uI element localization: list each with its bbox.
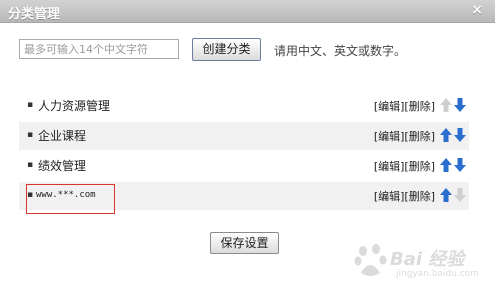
category-row: ▪ 人力资源管理 [编辑][删除]: [19, 92, 469, 120]
edit-link[interactable]: [编辑]: [374, 190, 405, 203]
move-down-arrow-icon[interactable]: [453, 125, 467, 145]
move-up-arrow-icon[interactable]: [439, 155, 453, 175]
dialog-title: 分类管理: [8, 7, 61, 22]
category-name-input[interactable]: [19, 39, 179, 59]
save-settings-button[interactable]: 保存设置: [210, 232, 279, 254]
row-actions: [编辑][删除]: [374, 128, 435, 144]
edit-link[interactable]: [编辑]: [374, 160, 405, 173]
bullet-icon: ▪: [27, 130, 34, 140]
move-down-arrow-icon[interactable]: [453, 185, 467, 205]
delete-link[interactable]: [删除]: [404, 160, 435, 173]
category-name: 人力资源管理: [38, 99, 111, 113]
category-name: 绩效管理: [38, 159, 87, 173]
red-highlight-box: [26, 184, 115, 214]
move-down-arrow-icon[interactable]: [453, 155, 467, 175]
move-up-arrow-icon[interactable]: [439, 95, 453, 115]
close-icon[interactable]: ×: [471, 2, 483, 18]
create-category-button[interactable]: 创建分类: [192, 38, 261, 61]
move-up-arrow-icon[interactable]: [439, 125, 453, 145]
move-down-arrow-icon[interactable]: [453, 95, 467, 115]
bullet-icon: ▪: [27, 160, 34, 170]
row-actions: [编辑][删除]: [374, 98, 435, 114]
bullet-icon: ▪: [27, 100, 34, 110]
input-hint: 请用中文、英文或数字。: [274, 44, 407, 58]
delete-link[interactable]: [删除]: [404, 190, 435, 203]
row-actions: [编辑][删除]: [374, 188, 435, 204]
paw-logo-icon: [354, 244, 387, 276]
watermark-brand: Bai 经验: [390, 249, 465, 270]
watermark-url: jingyan.baidu.com: [396, 269, 480, 279]
edit-link[interactable]: [编辑]: [374, 130, 405, 143]
category-name: 企业课程: [38, 129, 87, 143]
delete-link[interactable]: [删除]: [404, 130, 435, 143]
row-actions: [编辑][删除]: [374, 158, 435, 174]
category-row: ▪ 绩效管理 [编辑][删除]: [19, 152, 469, 180]
category-row: ▪ 企业课程 [编辑][删除]: [19, 122, 469, 150]
edit-link[interactable]: [编辑]: [374, 100, 405, 113]
move-up-arrow-icon[interactable]: [439, 185, 453, 205]
dialog-titlebar: 分类管理 ×: [0, 0, 495, 23]
watermark: Bai 经验 jingyan.baidu.com: [352, 239, 487, 289]
delete-link[interactable]: [删除]: [404, 100, 435, 113]
